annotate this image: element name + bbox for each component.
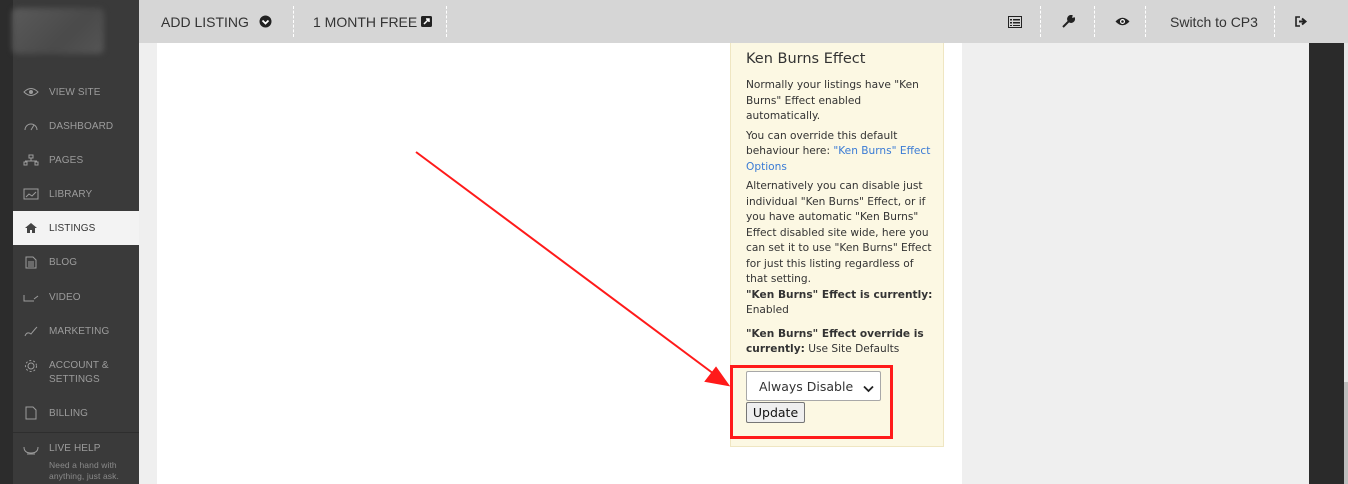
annotation-arrow-icon bbox=[415, 151, 731, 387]
